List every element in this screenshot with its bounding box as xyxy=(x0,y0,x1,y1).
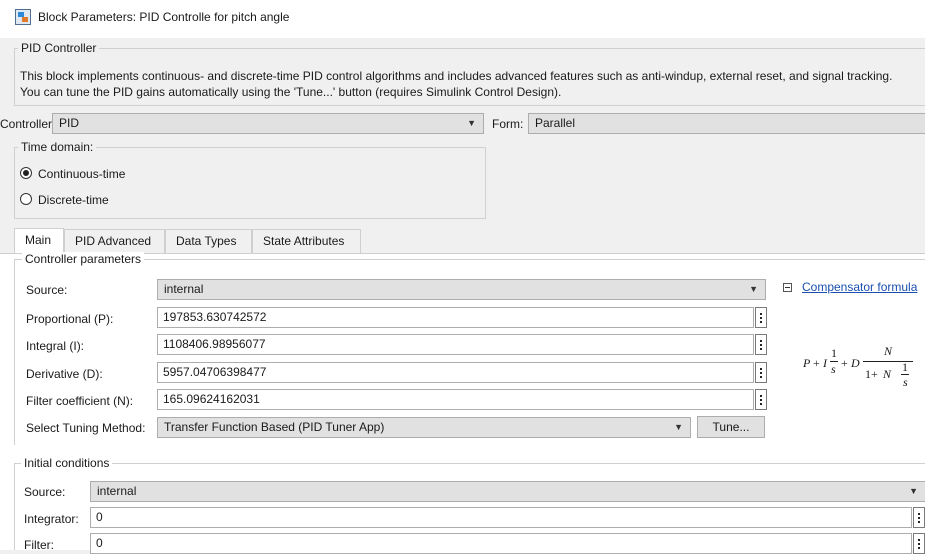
more-options-icon[interactable] xyxy=(913,507,925,528)
derivative-field[interactable]: 5957.04706398477 xyxy=(157,362,754,383)
integrator-field[interactable]: 0 xyxy=(90,507,912,528)
formula-one-plus: 1+ xyxy=(865,367,878,381)
more-options-icon[interactable] xyxy=(755,362,767,383)
proportional-label: Proportional (P): xyxy=(26,312,114,326)
continuous-time-radio[interactable] xyxy=(20,167,32,179)
controller-parameters-label: Controller parameters xyxy=(22,252,145,266)
integral-field[interactable]: 1108406.98956077 xyxy=(157,334,754,355)
discrete-time-label[interactable]: Discrete-time xyxy=(38,193,109,207)
compensator-formula-link[interactable]: Compensator formula xyxy=(802,280,917,294)
pid-controller-group-label: PID Controller xyxy=(18,41,100,55)
controller-value: PID xyxy=(59,116,80,130)
proportional-field[interactable]: 197853.630742572 xyxy=(157,307,754,328)
formula-d: D xyxy=(851,356,860,370)
controller-select[interactable]: PID ▼ xyxy=(52,113,484,134)
derivative-label: Derivative (D): xyxy=(26,367,103,381)
chevron-down-icon: ▼ xyxy=(909,486,918,496)
initial-conditions-label: Initial conditions xyxy=(21,456,113,470)
tuning-method-label: Select Tuning Method: xyxy=(26,421,146,435)
time-domain-label: Time domain: xyxy=(18,140,97,154)
block-description: This block implements continuous- and di… xyxy=(20,69,893,99)
ic-source-select[interactable]: internal ▼ xyxy=(90,481,925,502)
discrete-time-radio[interactable] xyxy=(20,193,32,205)
compensator-formula: P + I 1 s + D N 1+ N 1 s xyxy=(803,344,915,400)
filter-coefficient-field[interactable]: 165.09624162031 xyxy=(157,389,754,410)
window-title: Block Parameters: PID Controlle for pitc… xyxy=(38,10,290,24)
more-options-icon[interactable] xyxy=(913,533,925,554)
formula-i: I xyxy=(823,356,827,370)
tuning-method-value: Transfer Function Based (PID Tuner App) xyxy=(164,420,385,434)
formula-one: 1 xyxy=(902,360,908,374)
formula-n: N xyxy=(883,367,892,381)
more-options-icon[interactable] xyxy=(755,334,767,355)
chevron-down-icon: ▼ xyxy=(674,422,683,432)
filter-field[interactable]: 0 xyxy=(90,533,912,554)
form-select[interactable]: Parallel xyxy=(528,113,925,134)
chevron-down-icon: ▼ xyxy=(749,284,758,294)
more-options-icon[interactable] xyxy=(755,307,767,328)
simulink-block-icon xyxy=(15,9,31,25)
time-domain-group xyxy=(14,147,486,219)
tab-main[interactable]: Main xyxy=(14,228,64,253)
collapse-icon[interactable] xyxy=(783,283,792,292)
source-value: internal xyxy=(164,282,204,296)
chevron-down-icon: ▼ xyxy=(467,118,476,128)
tune-button[interactable]: Tune... xyxy=(697,416,765,438)
controller-label: Controller: xyxy=(0,117,56,131)
more-options-icon[interactable] xyxy=(755,389,767,410)
formula-p: P xyxy=(803,356,811,370)
source-select[interactable]: internal ▼ xyxy=(157,279,766,300)
ic-source-label: Source: xyxy=(24,485,66,499)
ic-source-value: internal xyxy=(97,484,137,498)
source-label: Source: xyxy=(26,283,68,297)
tab-data-types[interactable]: Data Types xyxy=(165,229,252,253)
tab-state-attributes[interactable]: State Attributes xyxy=(252,229,361,253)
form-value: Parallel xyxy=(535,116,576,130)
formula-s: s xyxy=(831,362,836,376)
formula-plus: + xyxy=(813,356,820,370)
tuning-method-select[interactable]: Transfer Function Based (PID Tuner App) … xyxy=(157,417,691,438)
formula-plus: + xyxy=(841,356,848,370)
integrator-label: Integrator: xyxy=(24,512,79,526)
form-label: Form: xyxy=(492,117,524,131)
integral-label: Integral (I): xyxy=(26,339,85,353)
continuous-time-label[interactable]: Continuous-time xyxy=(38,167,125,181)
filter-coefficient-label: Filter coefficient (N): xyxy=(26,394,134,408)
formula-n: N xyxy=(884,344,893,358)
tab-pid-advanced[interactable]: PID Advanced xyxy=(64,229,165,253)
formula-one: 1 xyxy=(831,346,837,360)
formula-s: s xyxy=(903,375,908,389)
